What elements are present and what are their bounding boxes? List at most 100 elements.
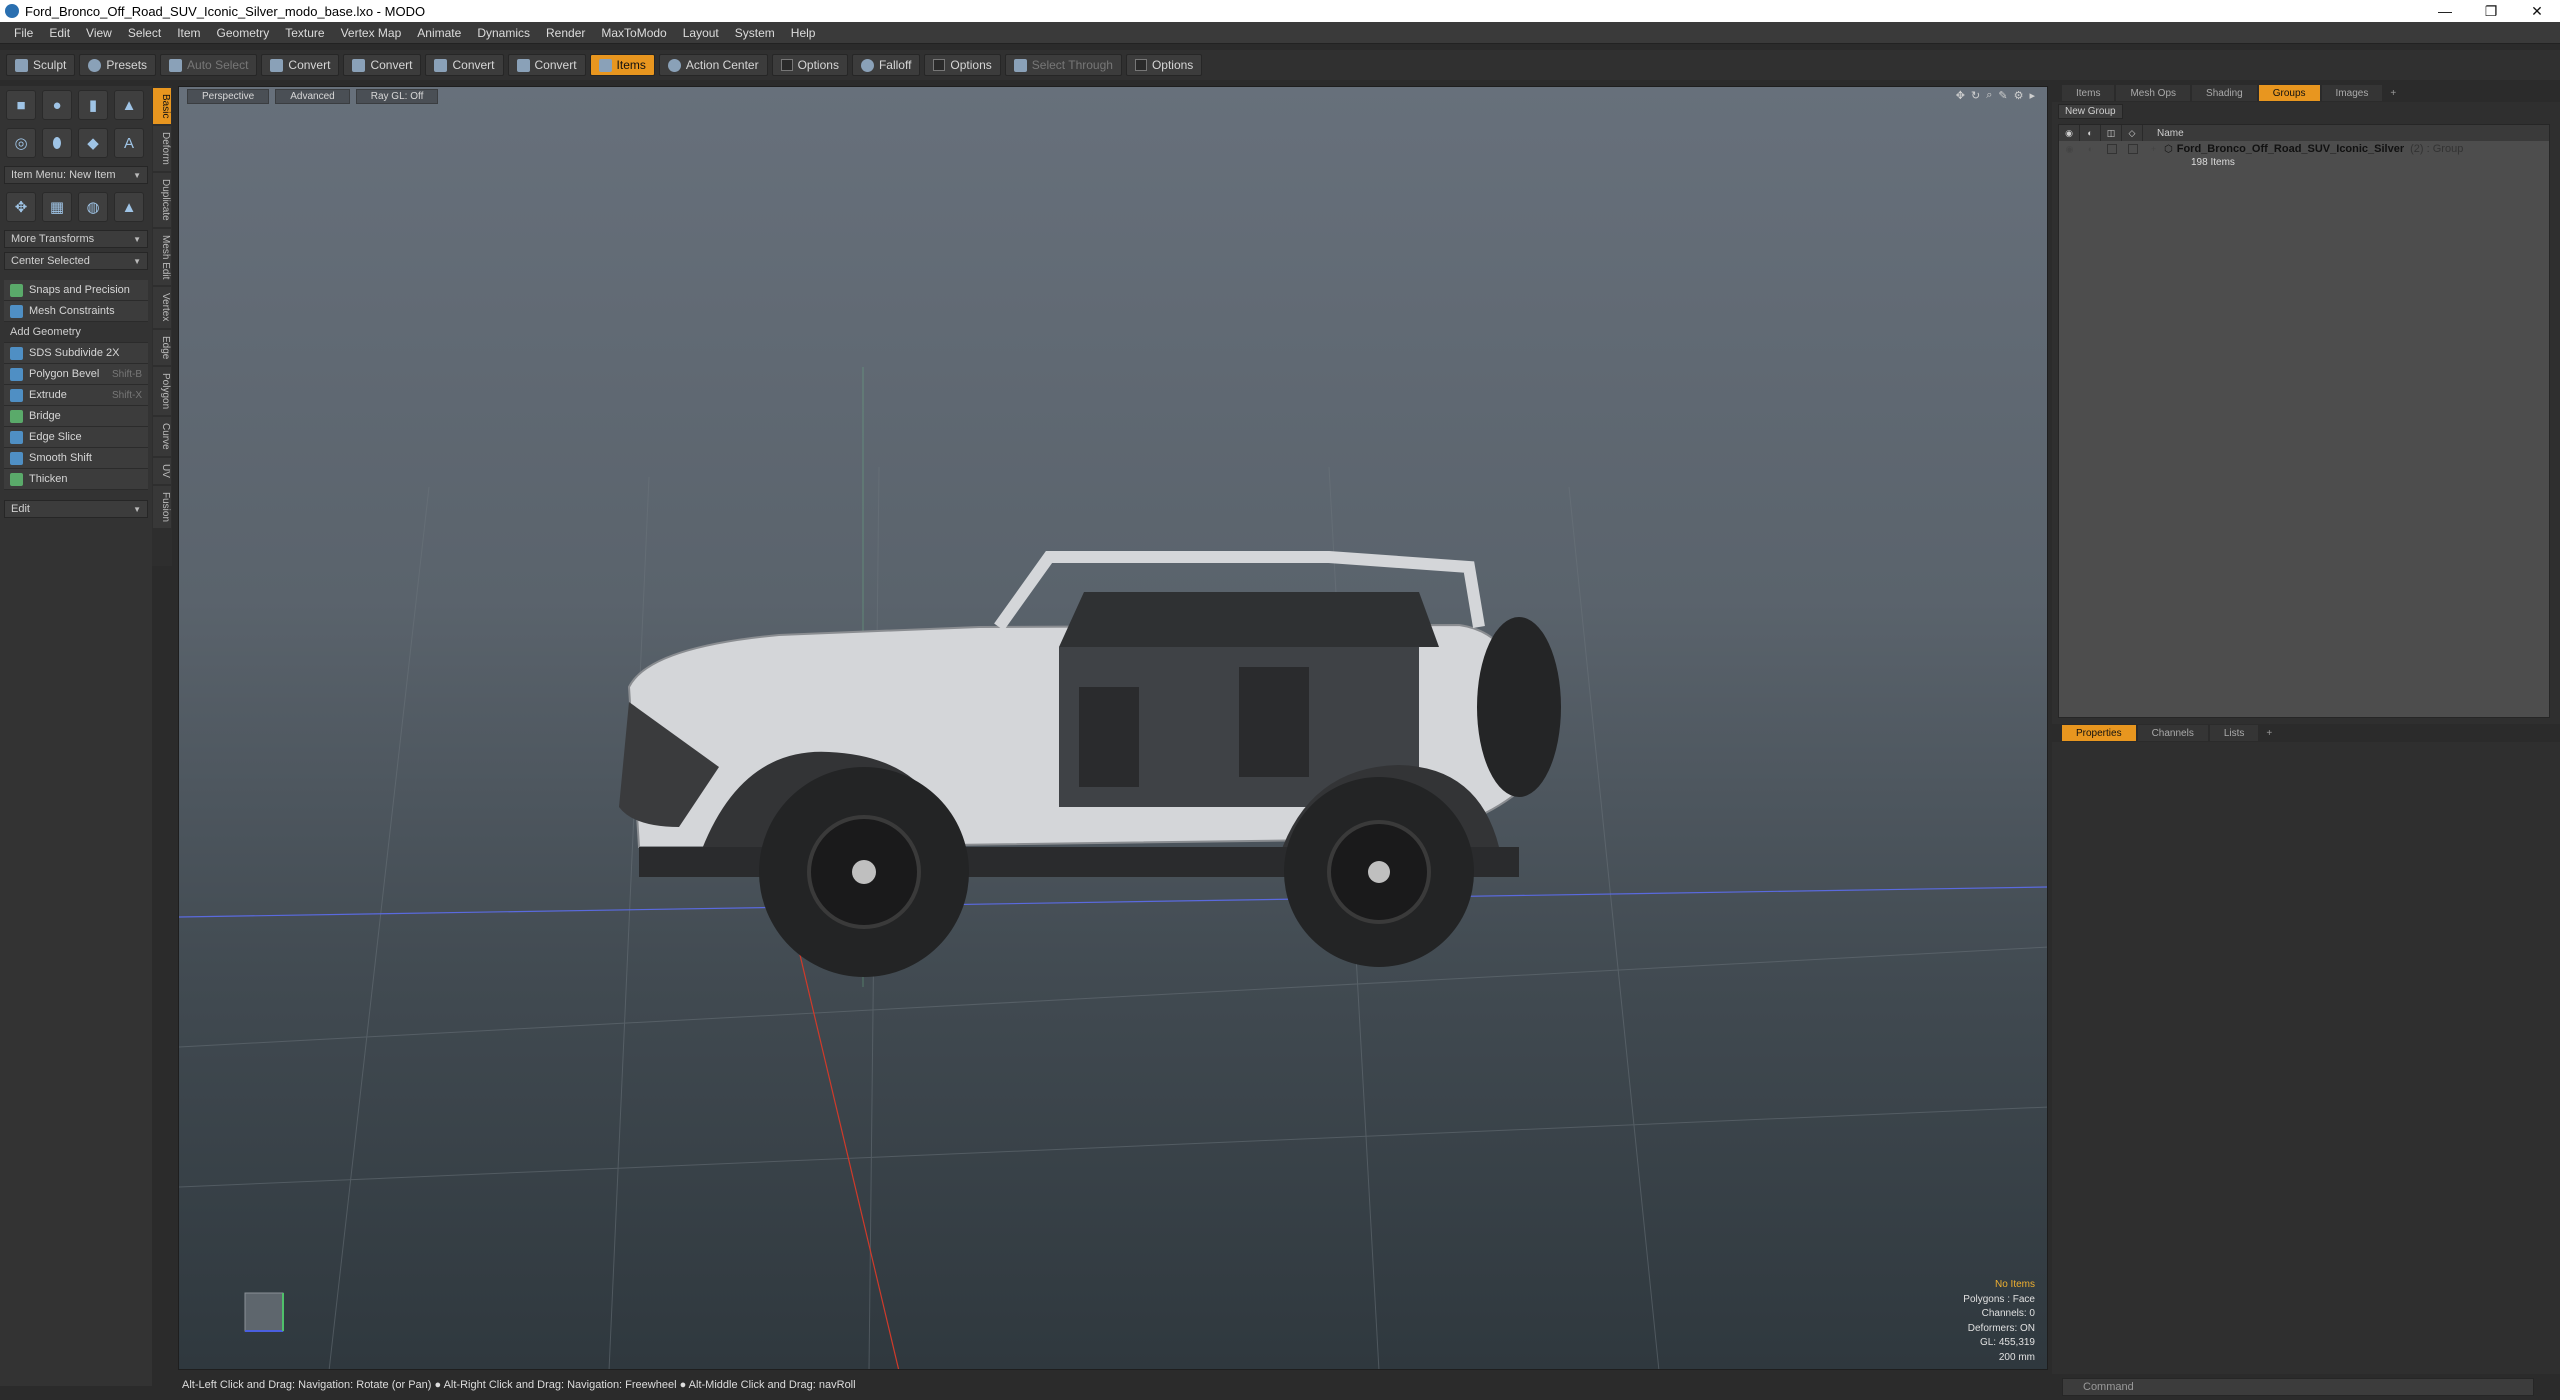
tab-items[interactable]: Items [2062,85,2115,101]
rotate-tool-icon[interactable]: ◍ [78,192,108,222]
falloff-button[interactable]: Falloff [851,54,921,76]
item-menu-dropdown[interactable]: Item Menu: New Item ▼ [4,166,148,184]
extrude-button[interactable]: Extrude Shift-X [4,385,148,406]
title-bar: Ford_Bronco_Off_Road_SUV_Iconic_Silver_m… [0,0,2560,22]
menu-view[interactable]: View [78,22,120,44]
sds-subdivide-button[interactable]: SDS Subdivide 2X [4,343,148,364]
menu-file[interactable]: File [6,22,41,44]
plane-primitive-icon[interactable]: ◆ [78,128,108,158]
render-toggle-icon[interactable]: ◐ [2080,141,2101,157]
thicken-button[interactable]: Thicken [4,469,148,490]
tab-groups[interactable]: Groups [2258,85,2320,101]
sphere-primitive-icon[interactable]: ● [42,90,72,120]
presets-button[interactable]: Presets [79,54,157,76]
tab-uv[interactable]: UV [153,457,171,484]
tab-duplicate[interactable]: Duplicate [153,173,171,227]
action-center-button[interactable]: Action Center [658,54,768,76]
sculpt-button[interactable]: Sculpt [6,54,76,76]
tab-vertex[interactable]: Vertex [153,287,171,328]
convert-edges-button[interactable]: Convert [343,54,422,76]
tab-mesh-edit[interactable]: Mesh Edit [153,228,171,286]
text-primitive-icon[interactable]: A [114,128,144,158]
command-input[interactable]: Command [2062,1378,2534,1396]
menu-render[interactable]: Render [538,22,593,44]
add-tab-button[interactable]: + [2384,85,2402,101]
tab-images[interactable]: Images [2321,85,2383,101]
add-tab-button[interactable]: + [2260,725,2278,741]
tab-deform[interactable]: Deform [153,126,171,172]
menu-item[interactable]: Item [169,22,208,44]
tab-fusion[interactable]: Fusion [153,485,171,528]
menu-animate[interactable]: Animate [409,22,469,44]
add-geometry-header[interactable]: Add Geometry [4,322,148,343]
checkbox-icon [780,59,793,71]
convert-polygons-button[interactable]: Convert [425,54,504,76]
close-icon[interactable]: ✕ [2514,0,2560,22]
select-through-options-button[interactable]: Options [1125,54,1203,76]
tab-shading[interactable]: Shading [2192,85,2257,101]
tab-basic[interactable]: Basic [153,88,171,125]
snaps-precision-button[interactable]: Snaps and Precision [4,280,148,301]
smooth-shift-button[interactable]: Smooth Shift [4,448,148,469]
render-column-icon: ◐ [2080,125,2101,141]
expand-icon[interactable]: + [2143,141,2164,157]
tab-curve[interactable]: Curve [153,417,171,456]
mesh-constraints-button[interactable]: Mesh Constraints [4,301,148,322]
eye-icon[interactable]: ◉ [2059,141,2080,157]
grid-tool-icon[interactable]: ▦ [42,192,72,222]
checkbox-icon [1134,59,1147,71]
items-mode-button[interactable]: Items [589,54,655,76]
tab-polygon[interactable]: Polygon [153,367,171,416]
tab-lists[interactable]: Lists [2209,725,2259,741]
new-group-button[interactable]: New Group [2058,103,2123,119]
menu-select[interactable]: Select [120,22,169,44]
visibility-column-icon: ◉ [2059,125,2080,141]
auto-select-button[interactable]: Auto Select [160,54,258,76]
select-through-button[interactable]: Select Through [1004,54,1122,76]
menu-layout[interactable]: Layout [675,22,727,44]
select-toggle[interactable] [2127,144,2138,154]
menu-texture[interactable]: Texture [277,22,332,44]
edge-slice-button[interactable]: Edge Slice [4,427,148,448]
move-tool-icon[interactable]: ✥ [6,192,36,222]
main-toolbar: Sculpt Presets Auto Select Convert Conve… [0,50,2560,80]
convert-vertices-button[interactable]: Convert [261,54,340,76]
convert-materials-button[interactable]: Convert [507,54,586,76]
minimize-icon[interactable]: — [2422,0,2468,22]
cube-primitive-icon[interactable]: ■ [6,90,36,120]
more-transforms-dropdown[interactable]: More Transforms ▼ [4,230,148,248]
orientation-cube[interactable] [241,1291,285,1335]
tab-edge[interactable]: Edge [153,329,171,366]
polygon-bevel-button[interactable]: Polygon Bevel Shift-B [4,364,148,385]
3d-viewport[interactable]: Perspective Advanced Ray GL: Off ✥ ↻ ⌕ ✎… [178,86,2048,1370]
lock-toggle[interactable] [2106,144,2117,154]
cone-primitive-icon[interactable]: ▲ [114,90,144,120]
menu-geometry[interactable]: Geometry [209,22,278,44]
torus-primitive-icon[interactable]: ◎ [6,128,36,158]
group-row[interactable]: ◉ ◐ + ⬡ Ford_Bronco_Off_Road_SUV_Iconic_… [2059,141,2549,157]
bridge-button[interactable]: Bridge [4,406,148,427]
groups-list[interactable]: ◉ ◐ ◫ ◇ Name ◉ ◐ + ⬡ Ford_Bronco_Off_Roa… [2058,124,2550,718]
center-selected-dropdown[interactable]: Center Selected ▼ [4,252,148,270]
menu-help[interactable]: Help [783,22,824,44]
tab-properties[interactable]: Properties [2062,725,2136,741]
cube-icon [169,58,183,72]
menu-system[interactable]: System [727,22,783,44]
tab-channels[interactable]: Channels [2137,725,2208,741]
menu-edit[interactable]: Edit [41,22,78,44]
vertex-icon [270,58,284,72]
bronco-model[interactable] [619,551,1561,977]
tab-mesh-ops[interactable]: Mesh Ops [2116,85,2191,101]
falloff-options-button[interactable]: Options [924,54,1001,76]
edit-dropdown[interactable]: Edit ▼ [4,500,148,518]
menu-vertex-map[interactable]: Vertex Map [333,22,410,44]
restore-icon[interactable]: ❐ [2468,0,2514,22]
menu-dynamics[interactable]: Dynamics [469,22,538,44]
capsule-primitive-icon[interactable]: ⬮ [42,128,72,158]
cylinder-primitive-icon[interactable]: ▮ [78,90,108,120]
menu-maxtomodo[interactable]: MaxToModo [593,22,674,44]
scale-tool-icon[interactable]: ▲ [114,192,144,222]
group-type: (2) : Group [2410,143,2464,155]
action-center-options-button[interactable]: Options [771,54,848,76]
snap-icon [10,283,23,297]
